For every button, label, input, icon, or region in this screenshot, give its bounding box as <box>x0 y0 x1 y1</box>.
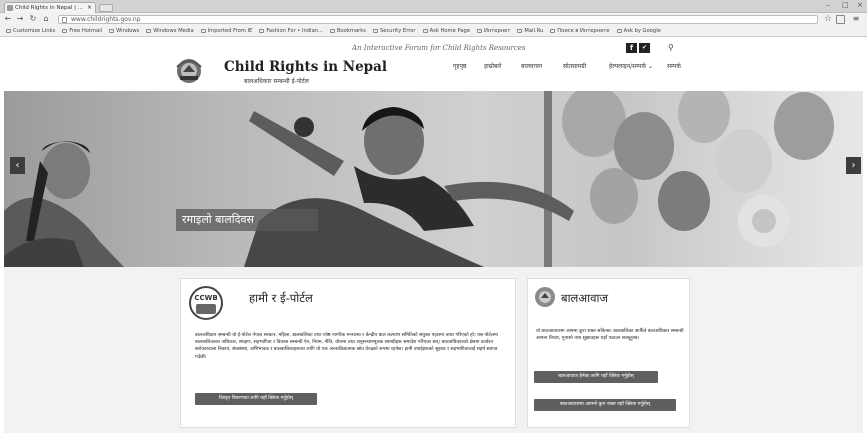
bookmark-item[interactable]: Windows Media <box>146 28 194 34</box>
favicon-icon <box>7 5 13 11</box>
bookmark-item[interactable]: Mail.Ru <box>517 28 543 34</box>
new-tab-button[interactable] <box>99 4 113 12</box>
child-voice-card: बालआवाज यो बालआवाजमा आफ्ना कुरा राख्न सक… <box>527 278 690 428</box>
nepal-emblem-icon <box>535 287 555 307</box>
minimize-icon[interactable]: – <box>826 1 830 9</box>
bookmark-item[interactable]: Free Hotmail <box>62 28 102 34</box>
hero-next-arrow[interactable]: › <box>846 157 861 174</box>
home-icon[interactable]: ⌂ <box>41 14 51 24</box>
page-icon <box>372 29 378 33</box>
folder-icon <box>200 29 206 33</box>
bookmark-label: Windows <box>116 28 140 34</box>
bookmark-item[interactable]: Ask by Google <box>616 28 661 34</box>
close-tab-icon[interactable]: × <box>87 3 92 13</box>
page-icon <box>477 29 483 33</box>
address-bar-url: www.childrights.gov.np <box>71 16 141 23</box>
star-icon <box>329 29 335 33</box>
bookmark-item[interactable]: Customize Links <box>6 28 55 34</box>
nav-helpline[interactable]: हेल्पलाइन/सम्पर्क ⌄ <box>609 62 653 70</box>
child-voice-card-title: बालआवाज <box>561 291 609 305</box>
bookmark-label: Fashion For • Indian... <box>266 28 323 34</box>
twitter-icon[interactable]: ✔ <box>639 43 650 53</box>
bookmark-item[interactable]: Imported From IE <box>200 28 253 34</box>
page-icon <box>616 29 622 33</box>
bookmark-label: Windows Media <box>153 28 194 34</box>
site-title[interactable]: Child Rights in Nepal <box>224 59 387 75</box>
reload-icon[interactable]: ↻ <box>28 14 38 24</box>
bookmark-label: Mail.Ru <box>524 28 544 34</box>
bookmark-label: Поиск в Интернете <box>557 28 610 34</box>
site-subtitle: बालअधिकार सम्बन्धी ई-पोर्टल <box>244 78 309 85</box>
browser-tabstrip: Child Rights in Nepal | ... × – □ × <box>0 0 867 13</box>
submit-child-voice-button[interactable]: बालआवाजमा आफ्नो कुरा राख्न यहाँ क्लिक गर… <box>534 399 676 411</box>
site-tagline: An Interactive Forum for Child Rights Re… <box>352 44 526 52</box>
bookmark-star-icon[interactable]: ☆ <box>823 14 833 24</box>
page-icon <box>62 29 68 33</box>
browser-tab-title: Child Rights in Nepal | ... <box>15 5 83 11</box>
bookmark-label: Imported From IE <box>207 28 253 34</box>
back-arrow-icon[interactable]: ← <box>3 14 13 24</box>
child-voice-card-text: यो बालआवाजमा आफ्ना कुरा राख्न सकिन्छ। बा… <box>536 329 684 342</box>
mail-icon <box>517 29 523 33</box>
bookmark-label: Free Hotmail <box>69 28 103 34</box>
hero-caption: रमाइलाे बालदिवस <box>176 209 318 231</box>
page-icon <box>259 29 265 33</box>
bookmark-item[interactable]: Security Error <box>372 28 416 34</box>
bookmarks-bar: Customize Links Free Hotmail Windows Window… <box>0 26 867 37</box>
browser-toolbar: ← → ↻ ⌂ www.childrights.gov.np ☆ ≡ <box>0 13 867 26</box>
hero-photo <box>4 91 834 267</box>
hero-prev-arrow[interactable]: ‹ <box>10 157 25 174</box>
nepal-emblem-logo[interactable] <box>174 57 204 85</box>
page-icon <box>146 29 152 33</box>
nav-about[interactable]: हाम्रोबारे <box>484 62 501 70</box>
maximize-icon[interactable]: □ <box>842 1 849 9</box>
bookmark-item[interactable]: Поиск в Интернете <box>550 28 610 34</box>
bookmark-label: Bookmarks <box>336 28 366 34</box>
hero-slider[interactable]: ‹ › <box>4 91 863 267</box>
nav-contact[interactable]: सम्पर्क <box>667 62 681 70</box>
page-icon <box>62 17 67 23</box>
browser-tab[interactable]: Child Rights in Nepal | ... × <box>4 2 96 13</box>
folder-icon <box>6 29 11 33</box>
facebook-icon[interactable]: f <box>626 43 637 53</box>
bookmark-label: Ask Home Page <box>429 28 471 34</box>
close-window-icon[interactable]: × <box>857 1 863 9</box>
page-icon <box>109 29 115 33</box>
menu-icon[interactable]: ≡ <box>851 14 861 24</box>
search-icon <box>550 29 556 33</box>
search-icon[interactable]: ⚲ <box>668 43 674 52</box>
nav-resources[interactable]: स्रोतसामग्री <box>563 62 586 70</box>
page-icon <box>422 29 428 33</box>
nav-child-voice[interactable]: बालवाचन <box>521 62 542 70</box>
intro-card: CCWB हामी र ई-पोर्टल बालअधिकार सम्बन्धी … <box>180 278 516 428</box>
view-child-voice-button[interactable]: बालआवाज हेर्नका लागि यहाँ क्लिक गर्नुहोस… <box>534 371 658 383</box>
nav-home[interactable]: गृहपृष्ठ <box>453 62 467 70</box>
bookmark-label: Интернет <box>484 28 511 34</box>
bookmark-label: Ask by Google <box>623 28 661 34</box>
bookmark-label: Customize Links <box>13 28 56 34</box>
intro-read-more-button[interactable]: विस्तृत विवरणका लागि यहाँ क्लिक गर्नुहोस… <box>195 393 317 405</box>
intro-card-title: हामी र ई-पोर्टल <box>249 291 313 305</box>
intro-card-text: बालअधिकार सम्बन्धी यो ई-पोर्टल नेपाल सरक… <box>195 333 498 360</box>
bookmark-label: Security Error <box>379 28 416 34</box>
ccwb-logo-icon: CCWB <box>189 286 223 320</box>
bookmark-item[interactable]: Fashion For • Indian... <box>259 28 323 34</box>
bookmark-item[interactable]: Bookmarks <box>329 28 366 34</box>
bookmark-item[interactable]: Ask Home Page <box>422 28 471 34</box>
bookmark-item[interactable]: Интернет <box>477 28 510 34</box>
svg-text:CCWB: CCWB <box>194 294 217 302</box>
extension-icon[interactable] <box>836 15 845 24</box>
bookmark-item[interactable]: Windows <box>109 28 139 34</box>
forward-arrow-icon[interactable]: → <box>15 14 25 24</box>
address-bar[interactable]: www.childrights.gov.np <box>58 15 818 24</box>
